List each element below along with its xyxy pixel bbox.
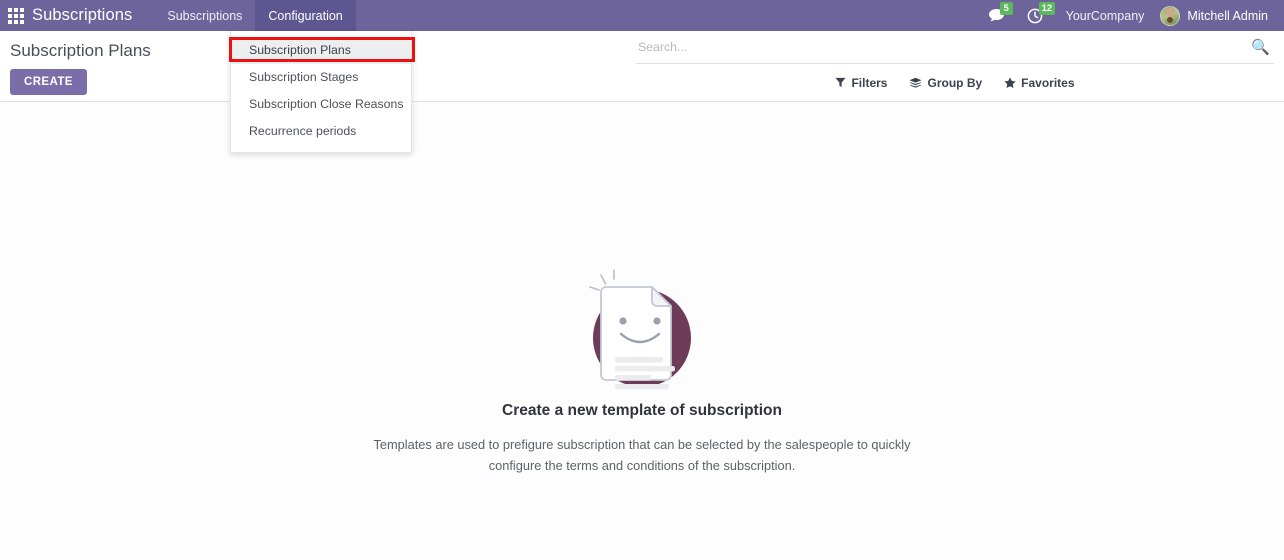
- systray: 5 12 YourCompany Mitchell Admin: [977, 0, 1284, 31]
- configuration-dropdown-menu: Subscription Plans Subscription Stages S…: [230, 31, 412, 153]
- dropdown-item-subscription-stages[interactable]: Subscription Stages: [231, 64, 411, 91]
- search-input[interactable]: [638, 40, 1244, 54]
- filters-button[interactable]: Filters: [835, 76, 887, 90]
- dropdown-item-subscription-close-reasons[interactable]: Subscription Close Reasons: [231, 91, 411, 118]
- create-button[interactable]: CREATE: [10, 69, 87, 95]
- favorites-label: Favorites: [1021, 75, 1075, 90]
- filters-row: Filters Group By Favorites: [636, 64, 1274, 101]
- group-by-label: Group By: [927, 75, 983, 90]
- search-icon[interactable]: 🔍: [1243, 40, 1272, 55]
- apps-grid-icon: [8, 7, 24, 24]
- layers-icon: [910, 77, 922, 88]
- nav-menu-configuration[interactable]: Configuration: [255, 0, 356, 31]
- star-icon: [1004, 76, 1016, 88]
- apps-menu-button[interactable]: [0, 0, 32, 31]
- dropdown-item-recurrence-periods[interactable]: Recurrence periods: [231, 118, 411, 145]
- app-brand-name[interactable]: Subscriptions: [32, 0, 154, 31]
- funnel-icon: [835, 77, 847, 88]
- filters-label: Filters: [851, 75, 888, 90]
- favorites-button[interactable]: Favorites: [1004, 75, 1075, 90]
- activities-badge: 12: [1038, 2, 1056, 15]
- empty-state-description: Templates are used to prefigure subscrip…: [373, 437, 911, 473]
- control-panel-right: 🔍 Filters Group By: [628, 31, 1284, 101]
- activities-button[interactable]: 12: [1016, 0, 1056, 31]
- messages-button[interactable]: 5: [977, 0, 1016, 31]
- search-bar: 🔍: [636, 31, 1274, 64]
- user-menu-button[interactable]: Mitchell Admin: [1156, 0, 1278, 31]
- main-content-area: Create a new template of subscription Te…: [0, 102, 1284, 559]
- control-panel: Subscription Plans CREATE 🔍 Filters Grou: [0, 31, 1284, 102]
- empty-state-title: Create a new template of subscription: [502, 402, 782, 419]
- dropdown-item-subscription-plans[interactable]: Subscription Plans: [231, 37, 411, 64]
- company-switcher[interactable]: YourCompany: [1054, 0, 1157, 31]
- smiling-document-icon: [589, 269, 691, 390]
- messages-badge: 5: [999, 2, 1013, 15]
- avatar: [1160, 5, 1181, 26]
- user-name-label: Mitchell Admin: [1187, 8, 1268, 23]
- group-by-button[interactable]: Group By: [909, 76, 982, 90]
- top-navbar: Subscriptions Subscriptions Configuratio…: [0, 0, 1284, 31]
- nav-menu-subscriptions[interactable]: Subscriptions: [154, 0, 255, 31]
